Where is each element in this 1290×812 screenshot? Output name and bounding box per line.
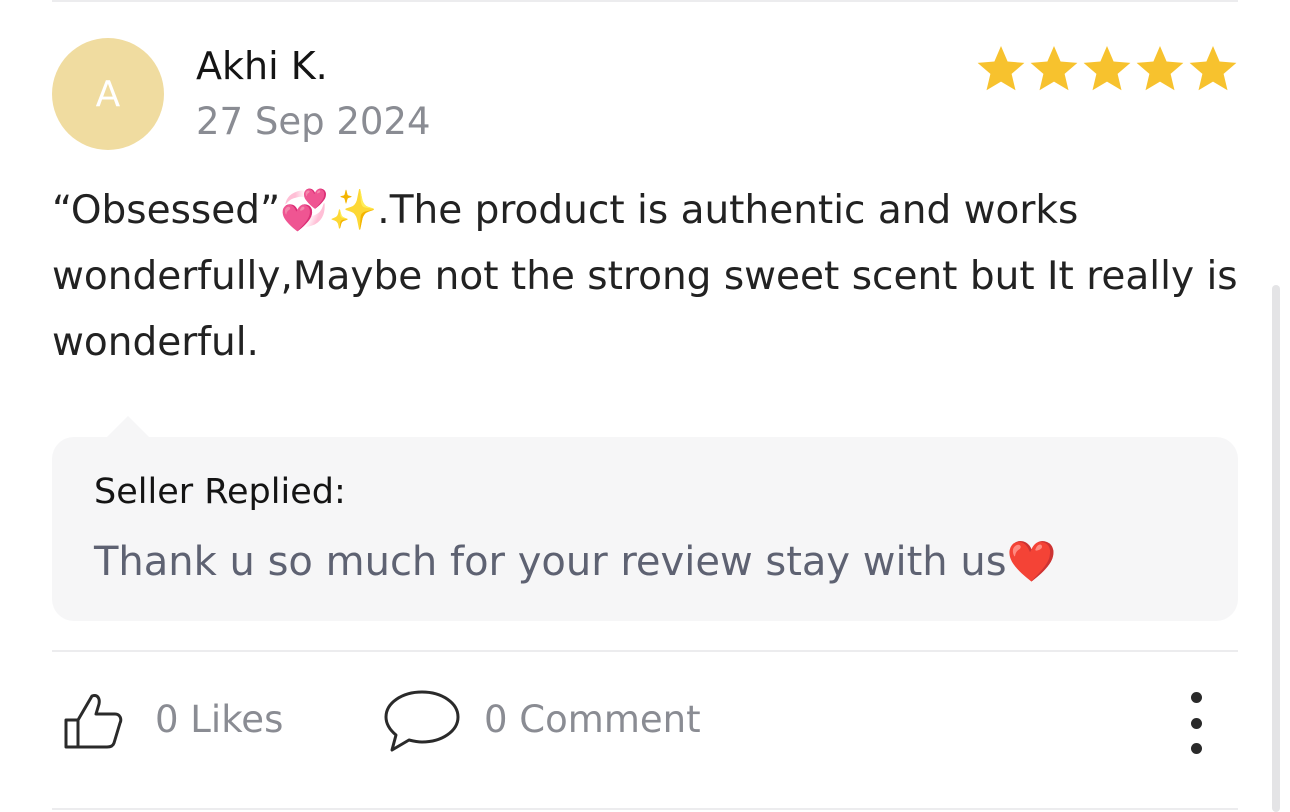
more-vertical-icon-dot [1190,743,1202,754]
scrollbar[interactable] [1272,285,1280,812]
comments-button[interactable]: 0 Comment [484,698,701,741]
star-icon [977,46,1025,91]
star-icon [1030,46,1078,91]
likes-button[interactable]: 0 Likes [155,698,283,741]
star-icon [1083,46,1131,91]
bottom-divider [52,808,1238,810]
star-icon [1189,46,1237,91]
review-card: A Akhi K. 27 Sep 2024 “Obsessed”💞✨.The p… [0,0,1290,812]
top-divider [52,0,1238,2]
review-date: 27 Sep 2024 [196,100,431,143]
review-text: “Obsessed”💞✨.The product is authentic an… [52,188,1238,365]
more-vertical-icon-dot [1190,692,1202,703]
reviewer-name: Akhi K. [196,44,328,88]
actions-divider [52,650,1238,652]
avatar-initial: A [95,73,121,115]
avatar: A [52,38,164,150]
more-options-button[interactable] [1176,692,1216,754]
star-icon [1136,46,1184,91]
seller-reply-text: Thank u so much for your review stay wit… [94,539,1057,585]
seller-reply-title: Seller Replied: [94,472,346,512]
more-vertical-icon-dot [1190,717,1202,729]
speech-bubble-icon[interactable] [383,688,461,754]
reply-pointer [106,416,150,438]
seller-reply-box [52,437,1238,621]
thumbs-up-icon[interactable] [62,690,124,752]
star-rating [975,44,1240,94]
